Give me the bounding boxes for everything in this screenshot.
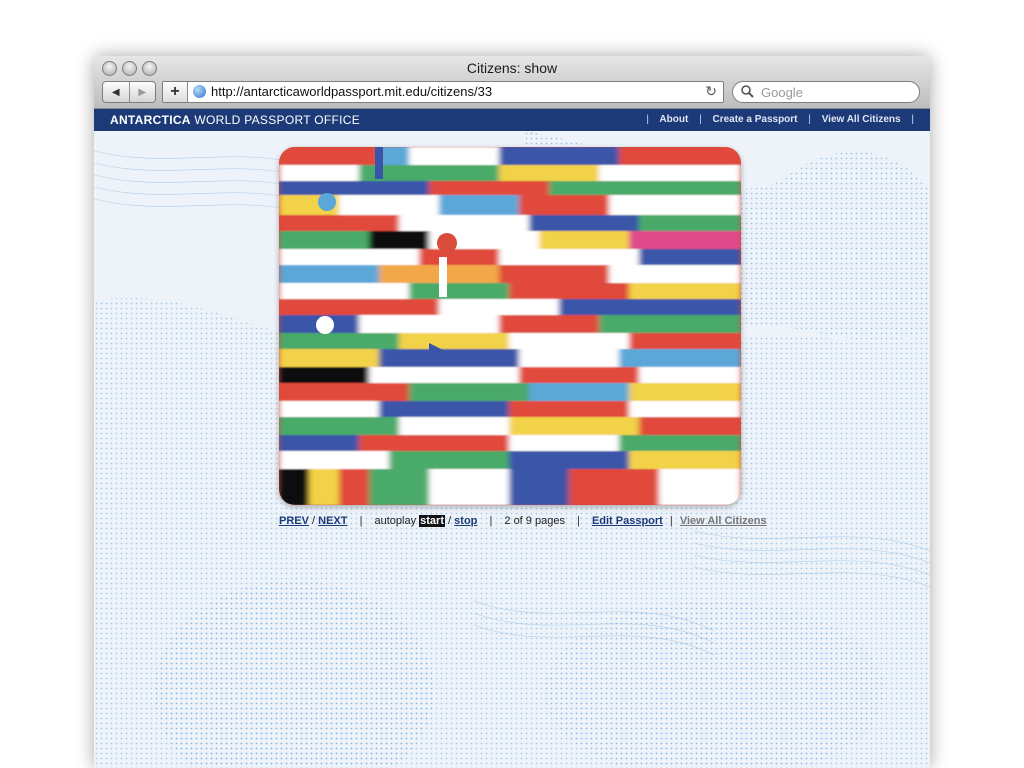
address-bar[interactable]: + http://antarcticaworldpassport.mit.edu… (162, 81, 724, 103)
nav-separator: | (646, 114, 649, 125)
nav-about[interactable]: About (659, 114, 688, 125)
edit-passport-link[interactable]: Edit Passport (592, 515, 663, 527)
history-nav: ◀ ▶ (102, 81, 156, 103)
browser-window: Citizens: show ◀ ▶ + http://antarcticawo… (94, 56, 930, 768)
back-icon[interactable]: ◀ (103, 82, 129, 102)
brand-rest: WORLD PASSPORT OFFICE (194, 113, 361, 127)
page-indicator: 2 of 9 pages (504, 515, 565, 527)
passport-image (279, 147, 741, 505)
control-separator: | (669, 515, 673, 527)
globe-icon (193, 85, 206, 98)
reload-icon[interactable]: ↻ (705, 83, 717, 100)
control-separator: | (489, 515, 493, 527)
nav-separator: | (808, 114, 811, 125)
nav-create-passport[interactable]: Create a Passport (712, 114, 797, 125)
page-content: PREV / NEXT | autoplay start / stop | 2 … (94, 131, 930, 768)
search-placeholder: Google (761, 85, 803, 100)
autoplay-start-link[interactable]: start (419, 515, 445, 527)
control-separator: | (359, 515, 363, 527)
search-icon (740, 83, 756, 102)
site-logo[interactable]: ANTARCTICA WORLD PASSPORT OFFICE (110, 113, 360, 127)
autoplay-stop-link[interactable]: stop (454, 515, 477, 527)
start-stop-slash: / (448, 515, 452, 527)
brand-bold: ANTARCTICA (110, 113, 191, 127)
add-bookmark-button[interactable]: + (163, 82, 188, 102)
prev-link[interactable]: PREV (279, 515, 309, 527)
control-separator: | (577, 515, 580, 527)
nav-separator: | (699, 114, 702, 125)
forward-icon[interactable]: ▶ (128, 82, 156, 102)
site-header: ANTARCTICA WORLD PASSPORT OFFICE | About… (94, 109, 930, 131)
window-title: Citizens: show (466, 60, 558, 76)
nav-view-all-citizens[interactable]: View All Citizens (822, 114, 901, 125)
search-field[interactable]: Google (732, 81, 920, 103)
autoplay-label: autoplay (374, 515, 417, 527)
nav-separator: | (911, 114, 914, 125)
prev-next-slash: / (312, 515, 316, 527)
title-bar: Citizens: show ◀ ▶ + http://antarcticawo… (94, 56, 930, 109)
view-all-citizens-link[interactable]: View All Citizens (680, 515, 767, 527)
passport-controls: PREV / NEXT | autoplay start / stop | 2 … (279, 515, 767, 527)
next-link[interactable]: NEXT (318, 515, 347, 527)
site-nav: | About | Create a Passport | View All C… (638, 114, 922, 125)
url-input[interactable]: http://antarcticaworldpassport.mit.edu/c… (211, 84, 492, 99)
